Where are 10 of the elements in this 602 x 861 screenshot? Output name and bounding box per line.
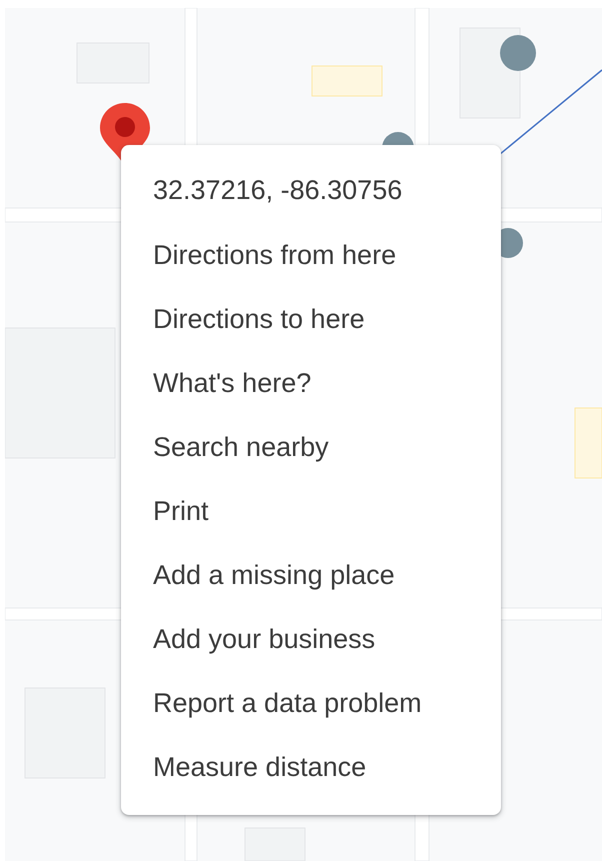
menu-item[interactable]: Print xyxy=(121,479,501,543)
menu-item[interactable]: Add a missing place xyxy=(121,543,501,607)
menu-item[interactable]: Search nearby xyxy=(121,415,501,479)
menu-item[interactable]: Report a data problem xyxy=(121,671,501,735)
menu-item[interactable]: Directions from here xyxy=(121,223,501,287)
menu-item[interactable]: What's here? xyxy=(121,351,501,415)
menu-item[interactable]: Add your business xyxy=(121,607,501,671)
menu-item[interactable]: Directions to here xyxy=(121,287,501,351)
menu-item[interactable]: Measure distance xyxy=(121,735,501,799)
coordinates-menu-item[interactable]: 32.37216, -86.30756 xyxy=(121,157,501,223)
